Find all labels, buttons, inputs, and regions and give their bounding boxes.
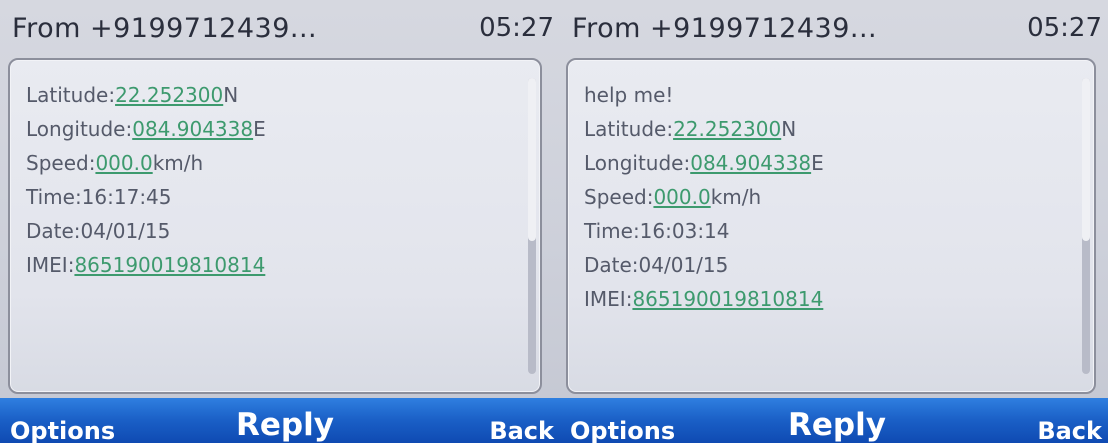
sms-screen-right: From +9199712439... 05:27 help me! Latit…: [560, 0, 1108, 443]
sender-number: From +9199712439...: [572, 12, 878, 44]
message-lines: Latitude:22.252300N Longitude:084.904338…: [26, 78, 266, 282]
scroll-thumb[interactable]: [1082, 78, 1090, 241]
message-text-line: help me!: [584, 83, 674, 107]
latitude-unit: N: [781, 117, 797, 141]
message-lines: help me! Latitude:22.252300N Longitude:0…: [584, 78, 824, 316]
back-softkey[interactable]: Back: [1037, 417, 1102, 443]
speed-unit: km/h: [710, 185, 762, 209]
speed-label: Speed:: [26, 151, 96, 175]
imei-label: IMEI:: [26, 253, 75, 277]
speed-unit: km/h: [152, 151, 204, 175]
softkey-bar: Options Reply Back: [0, 398, 560, 443]
latitude-link[interactable]: 22.252300: [673, 117, 781, 141]
back-softkey[interactable]: Back: [489, 417, 554, 443]
imei-line: IMEI:865190019810814: [26, 248, 266, 282]
latitude-label: Latitude:: [584, 117, 674, 141]
speed-label: Speed:: [584, 185, 654, 209]
date-line: Date:04/01/15: [584, 253, 729, 277]
longitude-label: Longitude:: [26, 117, 133, 141]
longitude-link[interactable]: 084.904338: [132, 117, 253, 141]
sender-number: From +9199712439...: [12, 12, 318, 44]
latitude-line: Latitude:22.252300N: [26, 78, 266, 112]
message-body[interactable]: help me! Latitude:22.252300N Longitude:0…: [566, 58, 1096, 394]
longitude-line: Longitude:084.904338E: [584, 146, 824, 180]
softkey-bar: Options Reply Back: [560, 398, 1108, 443]
scrollbar[interactable]: [1082, 78, 1090, 374]
sms-screen-left: From +9199712439... 05:27 Latitude:22.25…: [0, 0, 560, 443]
message-body[interactable]: Latitude:22.252300N Longitude:084.904338…: [8, 58, 542, 394]
message-header: From +9199712439... 05:27: [0, 0, 560, 56]
options-softkey[interactable]: Options: [570, 417, 675, 443]
message-header: From +9199712439... 05:27: [560, 0, 1108, 56]
longitude-link[interactable]: 084.904338: [690, 151, 811, 175]
speed-line: Speed:000.0km/h: [26, 146, 266, 180]
status-clock: 05:27: [1027, 13, 1102, 43]
longitude-unit: E: [253, 117, 266, 141]
speed-line: Speed:000.0km/h: [584, 180, 824, 214]
longitude-unit: E: [811, 151, 824, 175]
time-line: Time:16:17:45: [26, 185, 172, 209]
reply-softkey[interactable]: Reply: [788, 407, 886, 443]
imei-line: IMEI:865190019810814: [584, 282, 824, 316]
time-line: Time:16:03:14: [584, 219, 730, 243]
latitude-unit: N: [223, 83, 239, 107]
imei-link[interactable]: 865190019810814: [74, 253, 265, 277]
options-softkey[interactable]: Options: [10, 417, 115, 443]
status-clock: 05:27: [479, 13, 554, 43]
latitude-line: Latitude:22.252300N: [584, 112, 824, 146]
longitude-line: Longitude:084.904338E: [26, 112, 266, 146]
scrollbar[interactable]: [528, 78, 536, 374]
latitude-link[interactable]: 22.252300: [115, 83, 223, 107]
speed-link[interactable]: 000.0: [95, 151, 152, 175]
longitude-label: Longitude:: [584, 151, 691, 175]
imei-label: IMEI:: [584, 287, 633, 311]
scroll-thumb[interactable]: [528, 78, 536, 241]
reply-softkey[interactable]: Reply: [236, 407, 334, 443]
speed-link[interactable]: 000.0: [653, 185, 710, 209]
latitude-label: Latitude:: [26, 83, 116, 107]
date-line: Date:04/01/15: [26, 219, 171, 243]
imei-link[interactable]: 865190019810814: [632, 287, 823, 311]
